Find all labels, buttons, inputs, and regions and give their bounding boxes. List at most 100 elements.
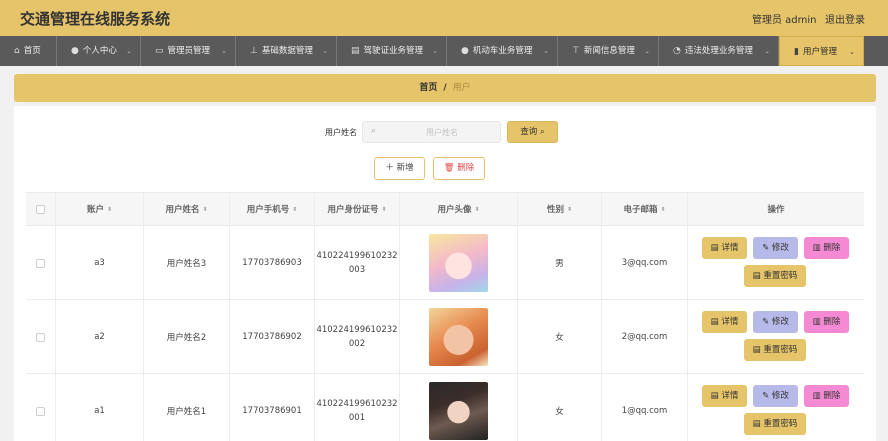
pencil-icon: ✎ [762,317,770,327]
pin-icon: ⊥ [250,46,258,56]
cell-email: 3@qq.com [602,226,688,300]
avatar[interactable] [429,234,488,292]
nav-item-violation-business[interactable]: ◔ 违法处理业务管理 ⌄ [659,36,779,66]
nav-item-license-business[interactable]: ▤ 驾驶证业务管理 ⌄ [337,36,447,66]
cell-phone: 17703786901 [230,374,315,441]
delete-button-label: 删除 [457,163,475,173]
nav-item-label: 管理员管理 [167,46,211,56]
sort-icon: ⬍ [381,205,387,213]
breadcrumb-current: 用户 [452,83,471,93]
select-all-cell [26,193,56,225]
nav-item-base-data[interactable]: ⊥ 基础数据管理 ⌄ [236,36,337,66]
nav-item-personal-center[interactable]: ● 个人中心 ⌄ [57,36,141,66]
nav-item-label: 驾驶证业务管理 [363,46,424,56]
cell-account: a1 [56,374,144,441]
column-header-email[interactable]: 电子邮箱 ⬍ [602,193,688,225]
trash-icon: ▥ [812,391,821,401]
select-all-checkbox[interactable] [36,204,45,214]
cell-avatar [400,300,518,374]
detail-button[interactable]: ▤ 详情 [702,385,747,407]
delete-button[interactable]: ▥ 删除 [804,311,849,333]
nav-item-admin-management[interactable]: ▭ 管理员管理 ⌄ [141,36,236,66]
avatar[interactable] [429,382,488,440]
logout-link[interactable]: 退出登录 [825,11,865,26]
app-title: 交通管理在线服务系统 [20,10,171,28]
column-header-gender[interactable]: 性别 ⬍ [518,193,602,225]
edit-button[interactable]: ✎ 修改 [753,311,798,333]
cell-name: 用户姓名3 [144,226,230,300]
column-header-id-number[interactable]: 用户身份证号 ⬍ [315,193,400,225]
search-label: 用户姓名 [325,128,357,137]
home-icon: ⌂ [14,46,20,56]
nav-item-news[interactable]: ⊤ 新闻信息管理 ⌄ [558,36,659,66]
document-icon: ▤ [752,345,761,355]
row-checkbox[interactable] [36,332,45,342]
user-icon: ● [71,46,79,56]
chevron-down-icon: ⌄ [543,47,549,55]
sort-icon: ⬍ [474,205,480,213]
search-input[interactable] [387,124,497,140]
column-header-avatar[interactable]: 用户头像 ⬍ [400,193,518,225]
document-icon: ▤ [752,271,761,281]
breadcrumb-separator: / [443,83,447,93]
plus-icon: ＋ [385,163,394,173]
delete-button[interactable]: ▥ 删除 [804,385,849,407]
document-icon: ▤ [752,419,761,429]
edit-button[interactable]: ✎ 修改 [753,237,798,259]
breadcrumb-home[interactable]: 首页 [419,83,437,93]
cell-name: 用户姓名1 [144,374,230,441]
cell-gender: 女 [518,300,602,374]
column-header-actions: 操作 [767,205,785,215]
reset-password-button[interactable]: ▤ 重置密码 [744,413,806,435]
add-button[interactable]: ＋ 新增 [374,157,425,180]
document-icon: ▤ [710,391,719,401]
nav-item-label: 基础数据管理 [261,46,313,56]
nav-item-home[interactable]: ⌂ 首页 [0,36,57,66]
column-header-phone[interactable]: 用户手机号 ⬍ [230,193,315,225]
column-header-account[interactable]: 账户 ⬍ [56,193,144,225]
query-button[interactable]: 查询 ⌕ [507,121,558,143]
top-bar: 交通管理在线服务系统 管理员 admin 退出登录 [0,0,888,36]
avatar[interactable] [429,308,488,366]
reset-password-button[interactable]: ▤ 重置密码 [744,265,806,287]
chevron-down-icon: ⌄ [849,48,855,56]
detail-button[interactable]: ▤ 详情 [702,311,747,333]
nav-item-user-management[interactable]: ▮ 用户管理 ⌄ [779,36,864,66]
cell-name: 用户姓名2 [144,300,230,374]
search-field[interactable]: ⌕ [362,121,501,143]
sort-icon: ⬍ [292,205,298,213]
column-header-name[interactable]: 用户姓名 ⬍ [144,193,230,225]
chevron-down-icon: ⌄ [221,47,227,55]
cell-phone: 17703786902 [230,300,315,374]
row-checkbox[interactable] [36,258,45,268]
row-checkbox[interactable] [36,406,45,416]
main-nav: ⌂ 首页 ● 个人中心 ⌄ ▭ 管理员管理 ⌄ ⊥ 基础数据管理 ⌄ ▤ 驾驶证业务管理 ⌄ ● 机… [0,36,888,66]
nav-item-label: 个人中心 [82,46,117,56]
pin-icon: ⊤ [572,46,580,56]
cell-id-number: 410224199610232 003 [315,226,400,300]
chevron-down-icon: ⌄ [432,47,438,55]
batch-delete-button[interactable]: 🗑 删除 [433,157,485,180]
cell-avatar [400,374,518,441]
query-button-label: 查询 [520,127,538,137]
trash-icon: 🗑 [443,163,455,173]
delete-button[interactable]: ▥ 删除 [804,237,849,259]
cell-account: a3 [56,226,144,300]
pencil-icon: ✎ [762,391,770,401]
reset-password-button[interactable]: ▤ 重置密码 [744,339,806,361]
clock-icon: ◔ [673,46,681,56]
current-user-label: 管理员 admin [752,15,817,26]
table-row: a2 用户姓名2 17703786902 410224199610232 002 … [26,300,864,374]
nav-item-label: 首页 [23,46,41,56]
cell-avatar [400,226,518,300]
sort-icon: ⬍ [660,205,666,213]
add-button-label: 新增 [396,163,414,173]
nav-item-vehicle-business[interactable]: ● 机动车业务管理 ⌄ [447,36,558,66]
breadcrumb: 首页 / 用户 [14,74,876,102]
sort-icon: ⬍ [106,205,113,213]
chevron-down-icon: ⌄ [764,47,770,55]
cell-id-number: 410224199610232 002 [315,300,400,374]
edit-button[interactable]: ✎ 修改 [753,385,798,407]
trash-icon: ▥ [812,243,821,253]
detail-button[interactable]: ▤ 详情 [702,237,747,259]
